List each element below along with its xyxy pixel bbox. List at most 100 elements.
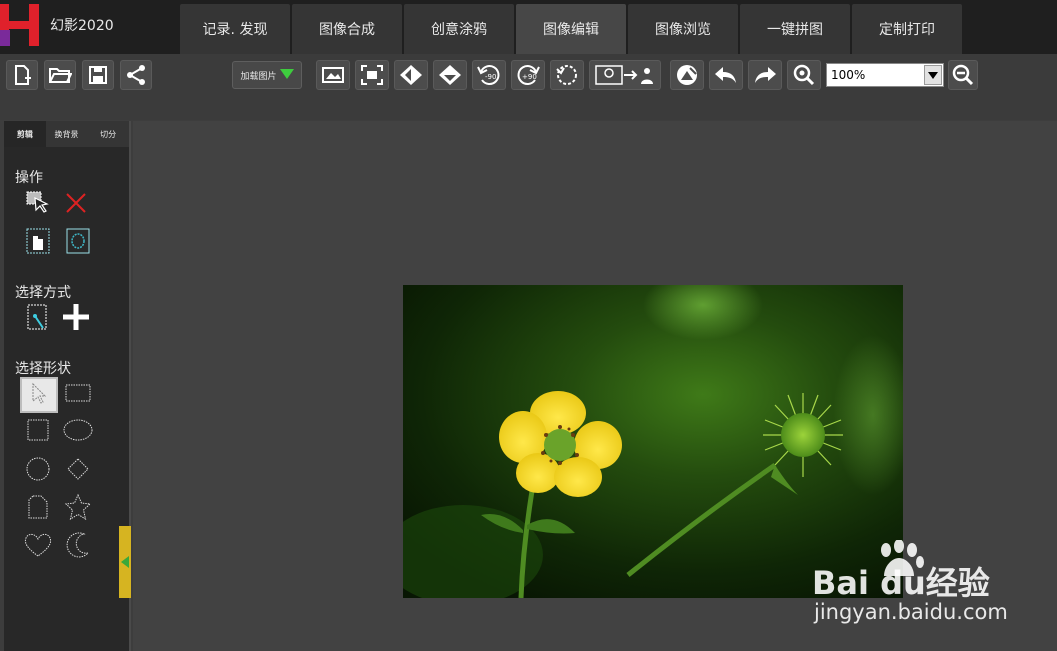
shape-square-button[interactable] — [24, 418, 52, 446]
tab-split[interactable]: 切分 — [87, 121, 130, 147]
section-select-shape-label: 选择形状 — [15, 361, 71, 377]
open-folder-icon — [48, 65, 72, 85]
dropdown-triangle-icon — [279, 68, 294, 82]
section-operation-label: 操作 — [15, 170, 43, 186]
rotate-right-90-icon: +90 — [515, 63, 541, 87]
undo-icon — [714, 64, 738, 86]
ellipse-icon — [63, 418, 93, 446]
baidu-watermark: Bai du经验 jingyan.baidu.com — [812, 540, 1052, 630]
resize-icon — [594, 64, 656, 86]
free-rotate-icon — [555, 63, 579, 87]
star-icon — [64, 493, 92, 525]
shape-ellipse-button[interactable] — [62, 418, 94, 446]
shape-diamond-button[interactable] — [62, 457, 94, 485]
svg-text:-90: -90 — [485, 73, 496, 81]
shape-cut-corner-button[interactable] — [24, 495, 52, 523]
toolbar: 加载图片 -90 +90 100% — [0, 54, 1057, 120]
rectangle-icon — [64, 382, 92, 408]
share-button[interactable] — [120, 60, 152, 90]
app-window: 幻影2020 记录. 发现 图像合成 创意涂鸦 图像编辑 图像浏览 一键拼图 定… — [0, 0, 1057, 651]
actual-size-button[interactable] — [355, 60, 389, 90]
app-title: 幻影2020 — [50, 18, 114, 34]
clear-icon — [675, 63, 699, 87]
tab-print[interactable]: 定制打印 — [852, 4, 962, 54]
chevron-left-icon — [121, 553, 129, 572]
rotate-right-90-button[interactable]: +90 — [511, 60, 545, 90]
resize-button[interactable] — [589, 60, 661, 90]
clear-button[interactable] — [670, 60, 704, 90]
zoom-in-icon — [792, 63, 816, 87]
diamond-icon — [65, 456, 91, 486]
ellipse-selection-icon — [66, 228, 90, 258]
crop-icon — [26, 228, 50, 258]
section-select-mode-label: 选择方式 — [15, 285, 71, 301]
select-cursor-icon — [25, 190, 51, 220]
select-tool-button[interactable] — [24, 191, 52, 219]
shape-rectangle-button[interactable] — [62, 381, 94, 409]
shape-arrow-button[interactable] — [20, 377, 58, 413]
zoom-out-icon — [951, 63, 975, 87]
new-file-button[interactable] — [6, 60, 38, 90]
shape-moon-button[interactable] — [62, 531, 94, 563]
flip-horizontal-button[interactable] — [394, 60, 428, 90]
redo-icon — [753, 64, 777, 86]
flip-vertical-icon — [438, 64, 462, 86]
undo-button[interactable] — [709, 60, 743, 90]
save-icon — [87, 64, 109, 86]
moon-icon — [64, 531, 92, 563]
fit-image-icon — [321, 64, 345, 86]
close-icon — [64, 191, 88, 219]
fit-image-button[interactable] — [316, 60, 350, 90]
rotate-left-90-icon: -90 — [476, 63, 502, 87]
open-button[interactable] — [44, 60, 76, 90]
shape-heart-button[interactable] — [24, 533, 52, 561]
watermark-url: jingyan.baidu.com — [814, 600, 1008, 624]
redo-button[interactable] — [748, 60, 782, 90]
load-image-label: 加载图片 — [240, 71, 277, 82]
watermark-brand: Bai du经验 — [812, 564, 990, 602]
load-image-button[interactable]: 加载图片 — [232, 61, 302, 89]
heart-icon — [23, 532, 53, 562]
add-selection-button[interactable] — [62, 303, 90, 335]
title-bar: 幻影2020 记录. 发现 图像合成 创意涂鸦 图像编辑 图像浏览 一键拼图 定… — [0, 0, 1057, 54]
free-rotate-button[interactable] — [550, 60, 584, 90]
magic-select-button[interactable] — [24, 303, 52, 335]
tab-clip[interactable]: 剪辑 — [4, 121, 46, 147]
left-panel-tabs: 剪辑 换背景 切分 — [4, 121, 130, 147]
tab-change-background[interactable]: 换背景 — [45, 121, 88, 147]
panel-collapse-handle[interactable] — [119, 526, 131, 598]
share-icon — [125, 64, 147, 86]
zoom-select[interactable]: 100% — [826, 63, 944, 87]
tab-collage[interactable]: 一键拼图 — [740, 4, 850, 54]
zoom-in-button[interactable] — [787, 60, 821, 90]
magic-wand-icon — [26, 303, 50, 335]
app-logo — [0, 4, 44, 46]
actual-size-icon — [360, 64, 384, 86]
tab-record[interactable]: 记录. 发现 — [180, 4, 290, 54]
flip-vertical-button[interactable] — [433, 60, 467, 90]
shape-star-button[interactable] — [62, 493, 94, 525]
tab-image-edit[interactable]: 图像编辑 — [516, 4, 626, 54]
svg-text:+90: +90 — [522, 73, 537, 81]
ellipse-selection-button[interactable] — [64, 228, 92, 258]
chevron-down-icon[interactable] — [924, 65, 942, 85]
shape-circle-button[interactable] — [24, 457, 52, 485]
arrow-cursor-icon — [30, 382, 48, 408]
save-button[interactable] — [82, 60, 114, 90]
left-tool-panel: 剪辑 换背景 切分 操作 选择方式 选择形状 — [4, 121, 131, 651]
zoom-value: 100% — [831, 68, 866, 82]
rotate-left-90-button[interactable]: -90 — [472, 60, 506, 90]
tab-compose[interactable]: 图像合成 — [292, 4, 402, 54]
crop-selection-button[interactable] — [24, 228, 52, 258]
square-icon — [26, 418, 50, 446]
plus-icon — [62, 303, 90, 335]
tab-browse[interactable]: 图像浏览 — [628, 4, 738, 54]
flip-horizontal-icon — [399, 64, 423, 86]
new-file-icon — [11, 64, 33, 86]
cancel-selection-button[interactable] — [62, 191, 90, 219]
main-tabs: 记录. 发现 图像合成 创意涂鸦 图像编辑 图像浏览 一键拼图 定制打印 — [180, 4, 964, 54]
tab-doodle[interactable]: 创意涂鸦 — [404, 4, 514, 54]
zoom-out-button[interactable] — [948, 60, 978, 90]
circle-icon — [25, 456, 51, 486]
cut-corner-icon — [25, 493, 51, 525]
